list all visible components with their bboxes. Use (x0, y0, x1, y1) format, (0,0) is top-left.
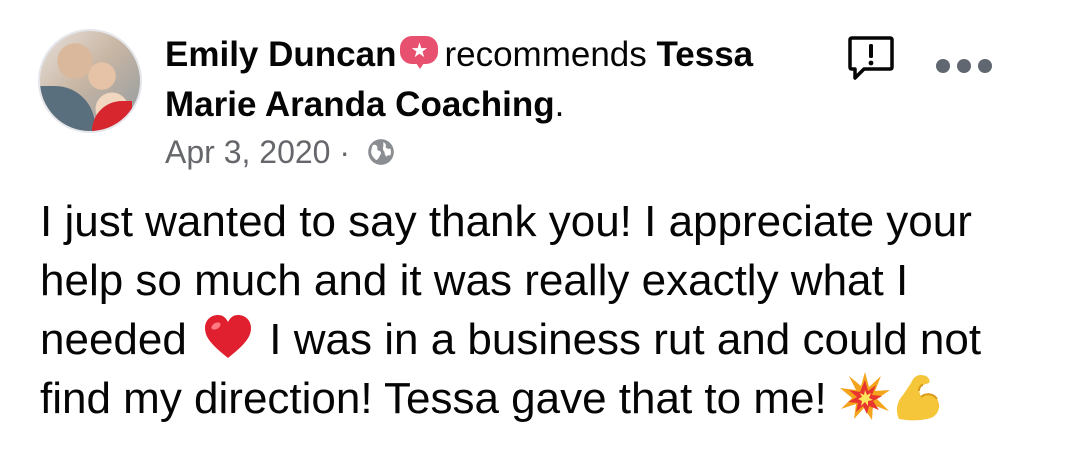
post-date[interactable]: Apr 3, 2020 (165, 134, 330, 170)
avatar-photo-detail (92, 101, 132, 131)
author-avatar[interactable] (38, 29, 142, 133)
post-meta: Apr 3, 2020 · (165, 128, 395, 176)
post-header: Emily Duncan ★ recommends Tessa Marie Aran… (165, 30, 805, 130)
header-punctuation: . (554, 85, 565, 124)
meta-separator: · (339, 134, 350, 170)
post-body: I just wanted to say thank you! I apprec… (40, 192, 1050, 428)
recommend-star-icon: ★ (400, 36, 439, 70)
avatar-photo-detail (40, 86, 95, 131)
report-icon[interactable] (846, 33, 896, 83)
author-name[interactable]: Emily Duncan (165, 35, 396, 74)
flexed-biceps-emoji (896, 375, 940, 421)
more-options-icon[interactable] (936, 56, 992, 76)
globe-icon[interactable] (367, 138, 395, 166)
heart-emoji (205, 315, 252, 358)
collision-emoji (839, 372, 890, 420)
recommend-verb: recommends (444, 35, 647, 74)
